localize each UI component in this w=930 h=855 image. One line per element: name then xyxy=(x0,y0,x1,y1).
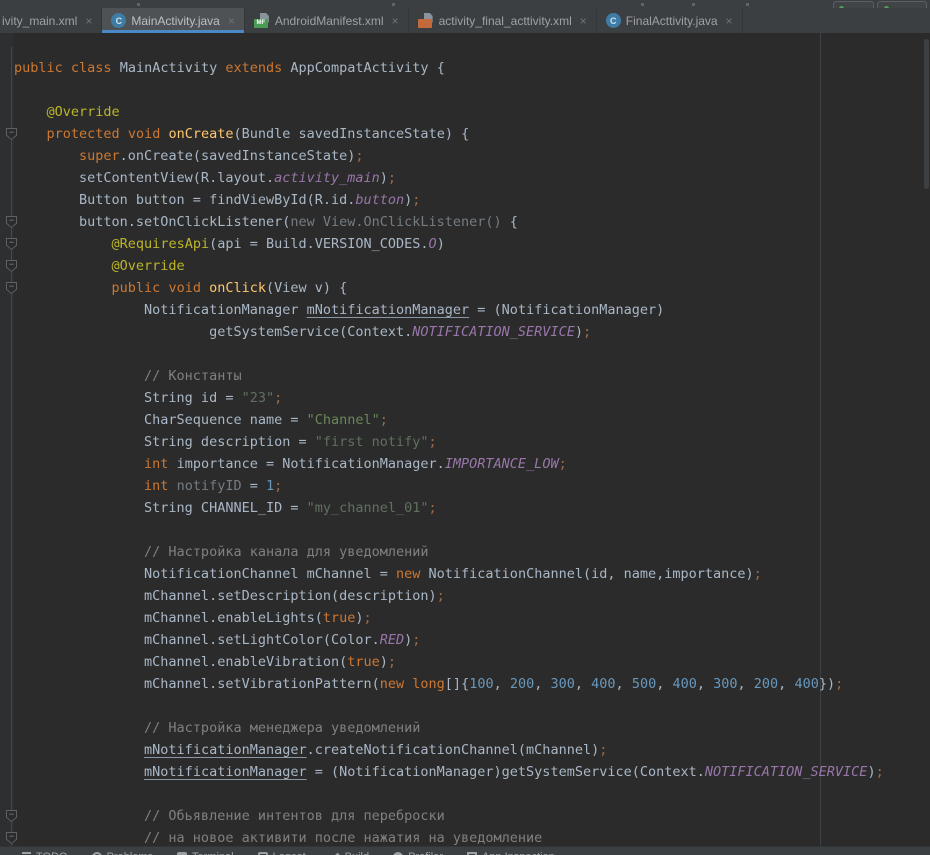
code-line xyxy=(14,783,930,805)
code-line: mNotificationManager.createNotificationC… xyxy=(14,739,930,761)
java-class-icon: C xyxy=(606,13,621,28)
code-line: Button button = findViewById(R.id.button… xyxy=(14,189,930,211)
close-icon[interactable]: × xyxy=(85,15,92,27)
toolwindow-label: App Inspection xyxy=(482,851,555,855)
code-line: NotificationManager mNotificationManager… xyxy=(14,299,930,321)
top-toolbar xyxy=(0,0,930,8)
toolwindow-label: Profiler xyxy=(408,851,443,855)
toolwindow-button-todo[interactable]: TODO xyxy=(22,851,68,855)
code-line: String CHANNEL_ID = "my_channel_01"; xyxy=(14,497,930,519)
code-line: @RequiresApi(api = Build.VERSION_CODES.O… xyxy=(14,233,930,255)
ide-window: ivity_main.xml × C MainActivity.java × MF Andr… xyxy=(0,0,930,855)
layout-xml-icon xyxy=(418,13,434,29)
code-line: // на новое активити после нажатия на ув… xyxy=(14,827,930,846)
code-line: mChannel.enableLights(true); xyxy=(14,607,930,629)
code-line: mChannel.setLightColor(Color.RED); xyxy=(14,629,930,651)
editor-tab-bar: ivity_main.xml × C MainActivity.java × MF Andr… xyxy=(0,8,930,33)
code-line: @Override xyxy=(14,101,930,123)
code-line: @Override xyxy=(14,255,930,277)
tab-label: activity_final_acttivity.xml xyxy=(439,14,572,28)
close-icon[interactable]: × xyxy=(392,15,399,27)
tab-ivity-main-xml[interactable]: ivity_main.xml × xyxy=(0,8,102,33)
tab-androidmanifest-xml[interactable]: MF AndroidManifest.xml × xyxy=(245,8,409,33)
code-line: NotificationChannel mChannel = new Notif… xyxy=(14,563,930,585)
toolwindow-button-problems[interactable]: Problems xyxy=(92,851,153,855)
toolbar-icon-tick xyxy=(392,3,395,6)
toolwindow-button-terminal[interactable]: Terminal xyxy=(177,851,234,855)
build-hammer-icon xyxy=(328,850,342,855)
toolwindow-label: TODO xyxy=(36,851,68,855)
code-line: mNotificationManager = (NotificationMana… xyxy=(14,761,930,783)
code-line: mChannel.setDescription(description); xyxy=(14,585,930,607)
toolwindow-button-profiler[interactable]: Profiler xyxy=(393,851,443,855)
toolwindow-label: Terminal xyxy=(192,851,234,855)
code-line: button.setOnClickListener(new View.OnCli… xyxy=(14,211,930,233)
code-line: int notifyID = 1; xyxy=(14,475,930,497)
code-line: public class MainActivity extends AppCom… xyxy=(14,57,930,79)
close-icon[interactable]: × xyxy=(726,15,733,27)
scrollbar-thumb[interactable] xyxy=(924,39,929,189)
code-line: mChannel.setVibrationPattern(new long[]{… xyxy=(14,673,930,695)
code-line: // Константы xyxy=(14,365,930,387)
code-line xyxy=(14,519,930,541)
tool-window-bar: TODO Problems Terminal Logcat Build Profiler A… xyxy=(0,846,930,855)
toolbar-icon-tick xyxy=(137,3,140,6)
code-line: public void onClick(View v) { xyxy=(14,277,930,299)
tab-finalacttivity-java[interactable]: C FinalActtivity.java × xyxy=(597,8,743,33)
toolwindow-button-app-inspection[interactable]: App Inspection xyxy=(467,851,555,855)
tab-label: FinalActtivity.java xyxy=(626,14,718,28)
java-class-icon: C xyxy=(111,13,126,28)
code-line: // Настройка канала для уведомлений xyxy=(14,541,930,563)
code-line: getSystemService(Context.NOTIFICATION_SE… xyxy=(14,321,930,343)
device-button-group[interactable] xyxy=(877,1,927,8)
code-line: String id = "23"; xyxy=(14,387,930,409)
toolbar-icon-tick xyxy=(641,3,644,6)
code-line: mChannel.enableVibration(true); xyxy=(14,651,930,673)
code-line: // Настройка менеджера уведомлений xyxy=(14,717,930,739)
toolwindow-button-logcat[interactable]: Logcat xyxy=(258,851,306,855)
code-area[interactable]: public class MainActivity extends AppCom… xyxy=(0,57,930,846)
toolwindow-button-build[interactable]: Build xyxy=(330,851,369,855)
tab-label: ivity_main.xml xyxy=(2,14,77,28)
tab-mainactivity-java[interactable]: C MainActivity.java × xyxy=(102,8,245,33)
toolwindow-label: Logcat xyxy=(273,851,306,855)
close-icon[interactable]: × xyxy=(228,15,235,27)
code-line: String description = "first notify"; xyxy=(14,431,930,453)
code-editor[interactable]: public class MainActivity extends AppCom… xyxy=(0,33,930,846)
code-line: setContentView(R.layout.activity_main); xyxy=(14,167,930,189)
tab-label: MainActivity.java xyxy=(131,14,219,28)
code-line xyxy=(14,79,930,101)
editor-scrollbar[interactable] xyxy=(923,33,930,846)
code-line xyxy=(14,695,930,717)
toolbar-icon-tick xyxy=(692,3,695,6)
code-line xyxy=(14,343,930,365)
manifest-icon: MF xyxy=(254,13,270,29)
tab-label: AndroidManifest.xml xyxy=(275,14,384,28)
code-line: protected void onCreate(Bundle savedInst… xyxy=(14,123,930,145)
code-line: int importance = NotificationManager.IMP… xyxy=(14,453,930,475)
code-line: // Обьявление интентов для переброски xyxy=(14,805,930,827)
toolbar-icon-tick xyxy=(746,3,749,6)
toolwindow-label: Problems xyxy=(107,851,153,855)
run-button-group[interactable] xyxy=(833,1,874,8)
toolwindow-label: Build xyxy=(345,851,369,855)
code-line: CharSequence name = "Channel"; xyxy=(14,409,930,431)
tab-activity-final-acttivity-xml[interactable]: activity_final_acttivity.xml × xyxy=(409,8,597,33)
close-icon[interactable]: × xyxy=(580,15,587,27)
code-line: super.onCreate(savedInstanceState); xyxy=(14,145,930,167)
